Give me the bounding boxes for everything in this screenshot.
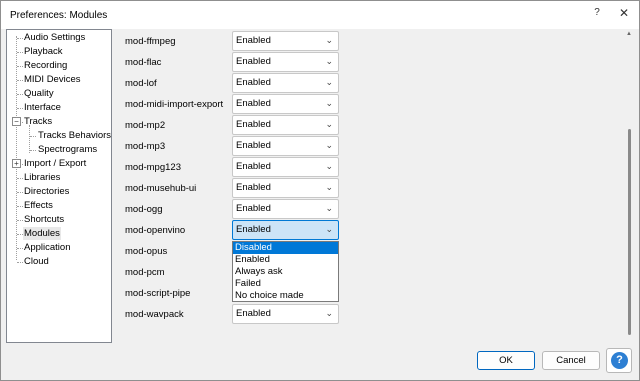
module-name-label: mod-openvino: [125, 225, 186, 236]
tree-item-modules[interactable]: Modules: [23, 227, 61, 240]
module-state-value: Enabled: [236, 182, 271, 193]
ok-button[interactable]: OK: [477, 351, 535, 370]
module-state-select[interactable]: Enabled ⌄: [232, 73, 339, 93]
tree-item-tracks[interactable]: Tracks: [23, 115, 53, 128]
module-state-value: Enabled: [236, 224, 271, 235]
dropdown-option[interactable]: No choice made: [233, 290, 338, 302]
tree-guide-line: [30, 136, 36, 137]
module-state-select[interactable]: Enabled ⌄: [232, 220, 339, 240]
titlebar-help-icon[interactable]: ?: [591, 7, 603, 21]
chevron-down-icon: ⌄: [325, 161, 333, 171]
module-name-label: mod-wavpack: [125, 309, 184, 320]
module-name-label: mod-lof: [125, 78, 157, 89]
module-state-value: Enabled: [236, 140, 271, 151]
chevron-down-icon: ⌄: [325, 56, 333, 66]
tree-item-effects[interactable]: Effects: [23, 199, 54, 212]
module-name-label: mod-midi-import-export: [125, 99, 224, 110]
module-name-label: mod-pcm: [125, 267, 165, 278]
chevron-down-icon: ⌄: [325, 140, 333, 150]
module-name-label: mod-musehub-ui: [125, 183, 197, 194]
module-state-select[interactable]: Enabled ⌄: [232, 52, 339, 72]
tree-item-quality[interactable]: Quality: [23, 87, 55, 100]
tree-item-interface[interactable]: Interface: [23, 101, 62, 114]
chevron-down-icon: ⌄: [325, 308, 333, 318]
chevron-down-icon: ⌄: [325, 35, 333, 45]
tree-item-recording[interactable]: Recording: [23, 59, 68, 72]
title-bar: Preferences: Modules ? ✕: [1, 1, 639, 29]
preferences-tree[interactable]: Audio Settings Playback Recording MIDI Devi…: [6, 29, 112, 343]
module-name-label: mod-script-pipe: [125, 288, 191, 299]
tree-item-shortcuts[interactable]: Shortcuts: [23, 213, 65, 226]
module-state-select[interactable]: Enabled ⌄: [232, 199, 339, 219]
module-name-label: mod-flac: [125, 57, 162, 68]
tree-guide-line: [30, 150, 36, 151]
module-state-value: Enabled: [236, 203, 271, 214]
tree-item-libraries[interactable]: Libraries: [23, 171, 61, 184]
chevron-down-icon: ⌄: [325, 203, 333, 213]
module-state-select[interactable]: Enabled ⌄: [232, 304, 339, 324]
tree-item-audio-settings[interactable]: Audio Settings: [23, 31, 86, 44]
module-state-value: Enabled: [236, 161, 271, 172]
module-state-value: Enabled: [236, 35, 271, 46]
chevron-down-icon: ⌄: [325, 77, 333, 87]
tree-item-directories[interactable]: Directories: [23, 185, 70, 198]
module-state-value: Enabled: [236, 98, 271, 109]
window-title: Preferences: Modules: [10, 10, 108, 21]
module-state-value: Enabled: [236, 56, 271, 67]
module-state-select[interactable]: Enabled ⌄: [232, 115, 339, 135]
tree-item-tracks-behaviors[interactable]: Tracks Behaviors: [37, 129, 111, 142]
close-icon[interactable]: ✕: [617, 6, 631, 20]
tree-item-playback[interactable]: Playback: [23, 45, 64, 58]
module-state-value: Enabled: [236, 308, 271, 319]
module-name-label: mod-mp2: [125, 120, 166, 131]
help-button[interactable]: ?: [606, 348, 632, 373]
dropdown-option[interactable]: Failed: [233, 278, 338, 290]
module-state-select[interactable]: Enabled ⌄: [232, 157, 339, 177]
scrollbar-thumb[interactable]: [628, 129, 631, 335]
chevron-down-icon: ⌄: [325, 119, 333, 129]
tree-item-midi-devices[interactable]: MIDI Devices: [23, 73, 81, 86]
module-name-label: mod-mpg123: [125, 162, 181, 173]
module-state-value: Enabled: [236, 77, 271, 88]
preferences-window: Preferences: Modules ? ✕ Audio Settings P…: [0, 0, 640, 381]
help-icon: ?: [611, 352, 628, 369]
expand-icon[interactable]: +: [12, 159, 21, 168]
tree-item-cloud[interactable]: Cloud: [23, 255, 50, 268]
module-name-label: mod-ffmpeg: [125, 36, 176, 47]
module-state-dropdown-list[interactable]: Disabled Enabled Always ask Failed No choice…: [232, 241, 339, 302]
chevron-down-icon: ⌄: [325, 182, 333, 192]
collapse-icon[interactable]: −: [12, 117, 21, 126]
chevron-down-icon: ⌄: [325, 98, 333, 108]
panel-scrollbar[interactable]: ▲: [625, 29, 635, 343]
module-state-select[interactable]: Enabled ⌄: [232, 31, 339, 51]
tree-item-import-export[interactable]: Import / Export: [23, 157, 87, 170]
module-name-label: mod-ogg: [125, 204, 163, 215]
module-state-select[interactable]: Enabled ⌄: [232, 136, 339, 156]
chevron-down-icon: ⌄: [325, 224, 333, 234]
scroll-up-icon[interactable]: ▲: [626, 31, 632, 37]
module-state-value: Enabled: [236, 119, 271, 130]
dropdown-option[interactable]: Enabled: [233, 254, 338, 266]
tree-guide-line: [16, 36, 17, 260]
module-name-label: mod-mp3: [125, 141, 166, 152]
dropdown-option[interactable]: Disabled: [233, 242, 338, 254]
tree-item-spectrograms[interactable]: Spectrograms: [37, 143, 98, 156]
module-state-select[interactable]: Enabled ⌄: [232, 94, 339, 114]
tree-guide-line: [29, 125, 30, 153]
module-name-label: mod-opus: [125, 246, 168, 257]
cancel-button[interactable]: Cancel: [542, 351, 600, 370]
tree-item-application[interactable]: Application: [23, 241, 71, 254]
module-state-select[interactable]: Enabled ⌄: [232, 178, 339, 198]
dropdown-option[interactable]: Always ask: [233, 266, 338, 278]
modules-panel: mod-ffmpeg Enabled ⌄ mod-flac Enabled ⌄ mod-lo…: [118, 29, 630, 343]
